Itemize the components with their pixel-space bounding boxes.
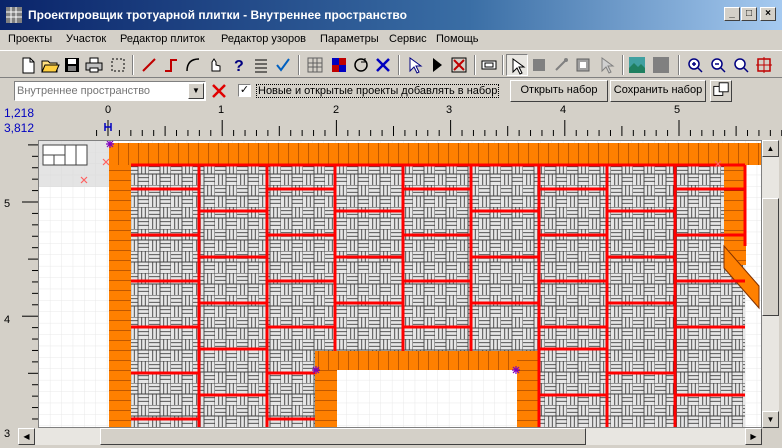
ruler-label-y: 3 [4, 428, 11, 440]
save-icon[interactable] [61, 54, 83, 76]
ruler-label-y: 4 [4, 314, 11, 326]
vertical-ruler: 5 4 3 [0, 136, 38, 448]
pointer-tile-icon[interactable] [404, 54, 426, 76]
scroll-up-icon[interactable]: ▲ [762, 140, 779, 157]
minimize-button[interactable]: _ [724, 7, 740, 21]
ruler-label-y: 5 [4, 198, 11, 210]
hand-cursor-icon[interactable] [204, 54, 226, 76]
left-border [109, 165, 131, 427]
cursor-coordinates: 1,218 3,812 [4, 106, 34, 136]
select-rect-icon[interactable] [107, 54, 129, 76]
zoom-in-icon[interactable] [684, 54, 706, 76]
ruler-label-x: 0 [105, 104, 112, 116]
open-set-button[interactable]: Открыть набор [510, 80, 608, 102]
arc-icon[interactable] [182, 54, 204, 76]
texture-icon[interactable] [650, 54, 672, 76]
close-button[interactable]: × [760, 7, 776, 21]
menu-bar: Проекты Участок Редактор плиток Редактор… [0, 30, 782, 50]
ruler-label-x: 5 [674, 104, 681, 116]
new-file-icon[interactable] [17, 54, 39, 76]
help-cursor-icon[interactable]: ? [228, 54, 250, 76]
top-border [109, 143, 761, 165]
add-to-set-checkbox[interactable]: ✓ [238, 84, 251, 97]
scroll-right-icon[interactable]: ▶ [745, 428, 762, 445]
window-layout-button[interactable] [710, 80, 732, 102]
horizontal-ruler: 0 1 2 3 4 5 [38, 104, 782, 136]
gray-tile-2-icon[interactable] [572, 54, 594, 76]
zoom-rect-icon[interactable] [753, 54, 775, 76]
window-title: Проектировщик тротуарной плитки - Внутре… [28, 8, 407, 22]
ruler-label-x: 4 [560, 104, 567, 116]
open-folder-icon[interactable] [39, 54, 61, 76]
horizontal-scrollbar[interactable]: ◀ ▶ [18, 428, 762, 445]
scroll-left-icon[interactable]: ◀ [18, 428, 35, 445]
project-set-combo[interactable]: ▼ [14, 81, 206, 101]
line-icon[interactable] [138, 54, 160, 76]
zoom-fit-icon[interactable] [730, 54, 752, 76]
add-to-set-label: Новые и открытые проекты добавлять в наб… [256, 84, 500, 98]
coord-x: 1,218 [4, 106, 35, 120]
set-toolbar: ▼ ✓ Новые и открытые проекты добавлять в… [0, 78, 782, 104]
app-icon [6, 7, 22, 23]
save-set-button[interactable]: Сохранить набор [610, 80, 706, 102]
scroll-down-icon[interactable]: ▼ [762, 411, 779, 428]
gray-tile-icon[interactable] [528, 54, 550, 76]
delete-frame-icon[interactable] [448, 54, 470, 76]
main-toolbar: ? [0, 50, 782, 78]
vertical-scroll-thumb[interactable] [762, 198, 779, 316]
menu-pattern-editor[interactable]: Редактор узоров [221, 33, 306, 45]
project-set-input[interactable] [17, 84, 187, 98]
checkmark-icon[interactable] [272, 54, 294, 76]
menu-tile-editor[interactable]: Редактор плиток [120, 33, 205, 45]
delete-x-icon[interactable] [372, 54, 394, 76]
ruler-label-x: 1 [218, 104, 225, 116]
coord-y: 3,812 [4, 121, 35, 135]
paving-plan[interactable] [39, 141, 762, 428]
eraser-icon[interactable] [478, 54, 500, 76]
ruler-label-x: 3 [446, 104, 453, 116]
play-icon[interactable] [426, 54, 448, 76]
chevron-down-icon[interactable]: ▼ [188, 83, 204, 99]
numbered-list-icon[interactable] [250, 54, 272, 76]
arrow-cursor-icon[interactable] [506, 54, 528, 76]
menu-projects[interactable]: Проекты [8, 33, 52, 45]
cutout-left-border [315, 370, 337, 427]
menu-parameters[interactable]: Параметры [320, 33, 379, 45]
title-bar[interactable]: Проектировщик тротуарной плитки - Внутре… [0, 0, 782, 30]
arrow-gray-icon[interactable] [596, 54, 618, 76]
horizontal-scroll-thumb[interactable] [100, 428, 586, 445]
menu-site[interactable]: Участок [66, 33, 106, 45]
design-canvas[interactable] [38, 140, 762, 428]
zoom-out-icon[interactable] [707, 54, 729, 76]
tile-pattern-icon[interactable] [42, 144, 88, 166]
windows-icon [713, 82, 729, 96]
pattern-icon[interactable] [328, 54, 350, 76]
maximize-button[interactable]: □ [741, 7, 757, 21]
landscape-icon[interactable] [626, 54, 648, 76]
polyline-icon[interactable] [160, 54, 182, 76]
cutout-top-border [315, 351, 517, 370]
cutout-right-border [517, 351, 539, 427]
vertical-scrollbar[interactable]: ▲ ▼ [762, 140, 779, 428]
rotate-icon[interactable] [350, 54, 372, 76]
ruler-label-x: 2 [333, 104, 340, 116]
origin-marker-icon [104, 123, 112, 131]
clear-set-button[interactable] [208, 81, 230, 101]
svg-text:?: ? [234, 58, 244, 75]
grid-icon[interactable] [304, 54, 326, 76]
menu-help[interactable]: Помощь [436, 33, 479, 45]
move-node-icon[interactable] [550, 54, 572, 76]
menu-service[interactable]: Сервис [389, 33, 427, 45]
print-icon[interactable] [83, 54, 105, 76]
